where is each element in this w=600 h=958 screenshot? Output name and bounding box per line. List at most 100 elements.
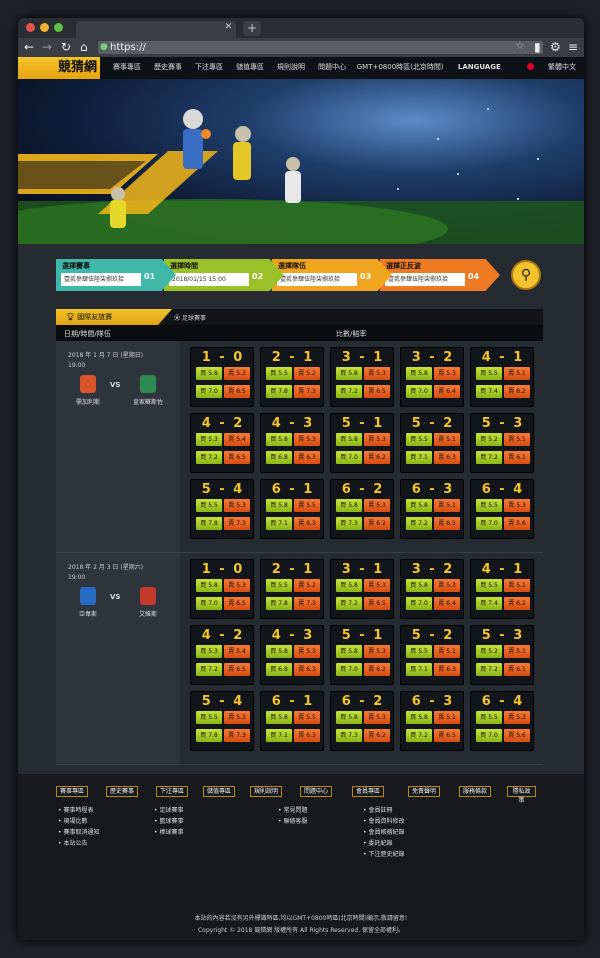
step-1[interactable]: 選擇賽事 壹貳參肆伍陸柒捌玖拾 01 [56,259,176,291]
sell-odds-button[interactable]: 賣 5.1 [434,499,460,512]
buy-odds-button[interactable]: 買 5.8 [406,499,432,512]
sell-odds-button[interactable]: 賣 5.1 [434,711,460,724]
sell-odds-button[interactable]: 賣 6.5 [224,385,250,398]
sell-odds-button[interactable]: 賣 7.3 [224,729,250,742]
sell-odds-button[interactable]: 賣 6.5 [224,451,250,464]
buy-odds-button[interactable]: 買 7.2 [406,729,432,742]
back-icon[interactable]: ← [24,40,34,54]
bookmark-icon[interactable]: ▮ [534,40,541,54]
nav-item[interactable]: 歷史賽事 [154,63,182,71]
sell-odds-button[interactable]: 賣 5.1 [434,645,460,658]
sell-odds-button[interactable]: 賣 5.2 [294,579,320,592]
sell-odds-button[interactable]: 賣 5.3 [294,645,320,658]
sell-odds-button[interactable]: 賣 6.5 [364,597,390,610]
step-select[interactable]: 壹貳參肆伍陸柒捌玖拾 [277,273,357,286]
away-team[interactable]: 艾維斯 [128,587,168,618]
sell-odds-button[interactable]: 賣 5.3 [504,499,530,512]
buy-odds-button[interactable]: 買 7.0 [406,385,432,398]
close-window-icon[interactable] [26,23,35,32]
sell-odds-button[interactable]: 賣 5.5 [294,499,320,512]
sell-odds-button[interactable]: 賣 6.4 [434,597,460,610]
new-tab-button[interactable]: + [243,21,261,36]
buy-odds-button[interactable]: 買 7.8 [266,597,292,610]
footer-link[interactable]: • 現場比數 [58,816,99,827]
sell-odds-button[interactable]: 賣 6.2 [504,385,530,398]
buy-odds-button[interactable]: 買 5.8 [266,711,292,724]
footer-nav-item[interactable]: 歷史賽事 [106,786,139,797]
footer-link[interactable]: • 賽事取消通知 [58,827,99,838]
sell-odds-button[interactable]: 賣 6.3 [434,663,460,676]
nav-item[interactable]: 問題中心 [318,63,346,71]
home-team[interactable]: 需加利斯 [68,375,108,406]
footer-link[interactable]: • 本站公告 [58,838,99,849]
menu-icon[interactable]: ≡ [568,40,578,54]
buy-odds-button[interactable]: 買 7.1 [266,729,292,742]
buy-odds-button[interactable]: 買 7.8 [196,517,222,530]
step-select[interactable]: 2018/01/15 15:00 [169,273,249,286]
language-selector[interactable]: 繁體中文 [515,63,576,71]
sell-odds-button[interactable]: 賣 7.3 [224,517,250,530]
step-select[interactable]: 壹貳參肆伍陸柒捌玖拾 [385,273,465,286]
sell-odds-button[interactable]: 賣 6.5 [434,729,460,742]
step-3[interactable]: 選擇隊伍 壹貳參肆伍陸柒捌玖拾 03 [272,259,392,291]
buy-odds-button[interactable]: 買 5.5 [196,711,222,724]
buy-odds-button[interactable]: 買 5.5 [196,499,222,512]
home-team[interactable]: 亞韋斯 [68,587,108,618]
footer-nav-item[interactable]: 賽事專區 [56,786,89,797]
sell-odds-button[interactable]: 賣 5.1 [434,433,460,446]
footer-link[interactable]: • 委託紀錄 [363,838,404,849]
sell-odds-button[interactable]: 賣 6.1 [504,451,530,464]
sell-odds-button[interactable]: 賣 5.2 [294,367,320,380]
sell-odds-button[interactable]: 賣 5.6 [504,517,530,530]
sell-odds-button[interactable]: 賣 5.3 [364,499,390,512]
footer-link[interactable]: • 下注歷史紀錄 [363,849,404,860]
footer-link[interactable]: • 聯絡客服 [278,816,307,827]
buy-odds-button[interactable]: 買 5.8 [266,433,292,446]
sell-odds-button[interactable]: 賣 5.5 [294,711,320,724]
address-bar[interactable]: ● https:// [98,41,543,54]
site-logo[interactable]: 競猜網 [18,57,100,79]
tab-international[interactable]: 🏆︎ 國際友誼賽 [56,309,172,325]
sell-odds-button[interactable]: 賣 6.2 [364,663,390,676]
sell-odds-button[interactable]: 賣 5.3 [364,579,390,592]
buy-odds-button[interactable]: 買 5.8 [336,579,362,592]
buy-odds-button[interactable]: 買 5.5 [476,579,502,592]
footer-link[interactable]: • 棒球賽事 [154,827,183,838]
buy-odds-button[interactable]: 買 7.8 [266,385,292,398]
footer-nav-item[interactable]: 儲值專區 [203,786,236,797]
sell-odds-button[interactable]: 賣 6.5 [434,517,460,530]
home-icon[interactable]: ⌂ [80,40,88,54]
footer-link[interactable]: • 會員帳務紀錄 [363,827,404,838]
forward-icon[interactable]: → [42,40,52,54]
minimize-window-icon[interactable] [40,23,49,32]
sell-odds-button[interactable]: 賣 7.3 [294,597,320,610]
buy-odds-button[interactable]: 買 5.5 [476,499,502,512]
sell-odds-button[interactable]: 賣 5.3 [224,367,250,380]
footer-link[interactable]: • 賽事時程表 [58,805,99,816]
buy-odds-button[interactable]: 買 5.5 [476,711,502,724]
sell-odds-button[interactable]: 賣 5.3 [224,499,250,512]
buy-odds-button[interactable]: 買 7.3 [336,729,362,742]
sell-odds-button[interactable]: 賣 5.3 [434,367,460,380]
sell-odds-button[interactable]: 賣 5.1 [504,645,530,658]
buy-odds-button[interactable]: 買 7.4 [476,385,502,398]
sell-odds-button[interactable]: 賣 6.5 [224,663,250,676]
close-tab-icon[interactable]: ✕ [224,22,232,32]
buy-odds-button[interactable]: 買 5.5 [406,433,432,446]
buy-odds-button[interactable]: 買 7.8 [196,729,222,742]
tab-football[interactable]: ⚽︎ 足球賽事 [174,313,206,322]
footer-link[interactable]: • 會員資料修改 [363,816,404,827]
buy-odds-button[interactable]: 買 5.8 [406,579,432,592]
sell-odds-button[interactable]: 賣 6.4 [434,385,460,398]
browser-tab[interactable]: ✕ [76,21,236,38]
nav-item[interactable]: 儲值專區 [236,63,264,71]
nav-item[interactable]: 規則說明 [277,63,305,71]
footer-link[interactable]: • 常見問題 [278,805,307,816]
step-4[interactable]: 選擇正反波 壹貳參肆伍陸柒捌玖拾 04 [380,259,500,291]
sell-odds-button[interactable]: 賣 5.3 [364,645,390,658]
buy-odds-button[interactable]: 買 5.8 [336,433,362,446]
nav-item[interactable]: 賽事專區 [113,63,141,71]
buy-odds-button[interactable]: 買 7.0 [336,451,362,464]
buy-odds-button[interactable]: 買 7.4 [476,597,502,610]
buy-odds-button[interactable]: 買 5.8 [196,579,222,592]
